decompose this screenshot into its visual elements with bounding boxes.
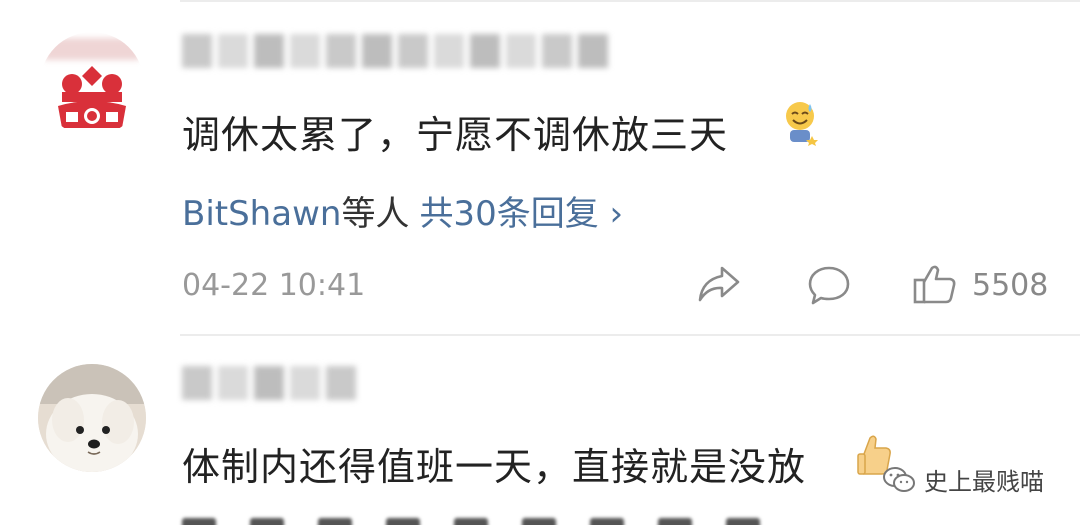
like-icon	[913, 265, 956, 304]
avatar[interactable]	[38, 364, 146, 472]
cutoff-text-blurred	[182, 512, 802, 525]
replies-summary[interactable]: BitShawn等人 共30条回复 ›	[182, 186, 623, 235]
replies-users-suffix: 等人	[341, 194, 410, 234]
watermark-text: 史上最贱喵	[924, 468, 1044, 496]
comment-feed: 调休太累了，宁愿不调休放三天 BitShawn等人 共30条回复 › 04-22 …	[0, 0, 1080, 525]
sweat-smile-emoji-icon	[782, 100, 820, 150]
username-blurred[interactable]	[182, 366, 356, 400]
comment-text: 体制内还得值班一天，直接就是没放	[182, 445, 807, 489]
comment-text: 调休太累了，宁愿不调休放三天	[182, 113, 729, 157]
username-blurred[interactable]	[182, 34, 608, 68]
like-button[interactable]	[912, 262, 958, 310]
share-button[interactable]	[696, 264, 742, 308]
comment-button[interactable]	[806, 264, 852, 310]
paper-cut-avatar-image	[40, 32, 144, 136]
replies-users[interactable]: BitShawn	[182, 194, 341, 234]
replies-count-link[interactable]: 共30条回复 ›	[419, 194, 623, 234]
like-count: 5508	[972, 268, 1049, 303]
comment-icon	[808, 266, 850, 305]
comment-timestamp: 04-22 10:41	[182, 268, 366, 303]
avatar[interactable]	[40, 32, 144, 136]
wechat-icon	[883, 466, 915, 492]
top-divider	[180, 0, 1080, 2]
dog-avatar-image	[38, 364, 146, 472]
watermark: 史上最贱喵	[882, 462, 1044, 497]
share-icon	[698, 266, 740, 302]
comment-divider	[180, 334, 1080, 336]
